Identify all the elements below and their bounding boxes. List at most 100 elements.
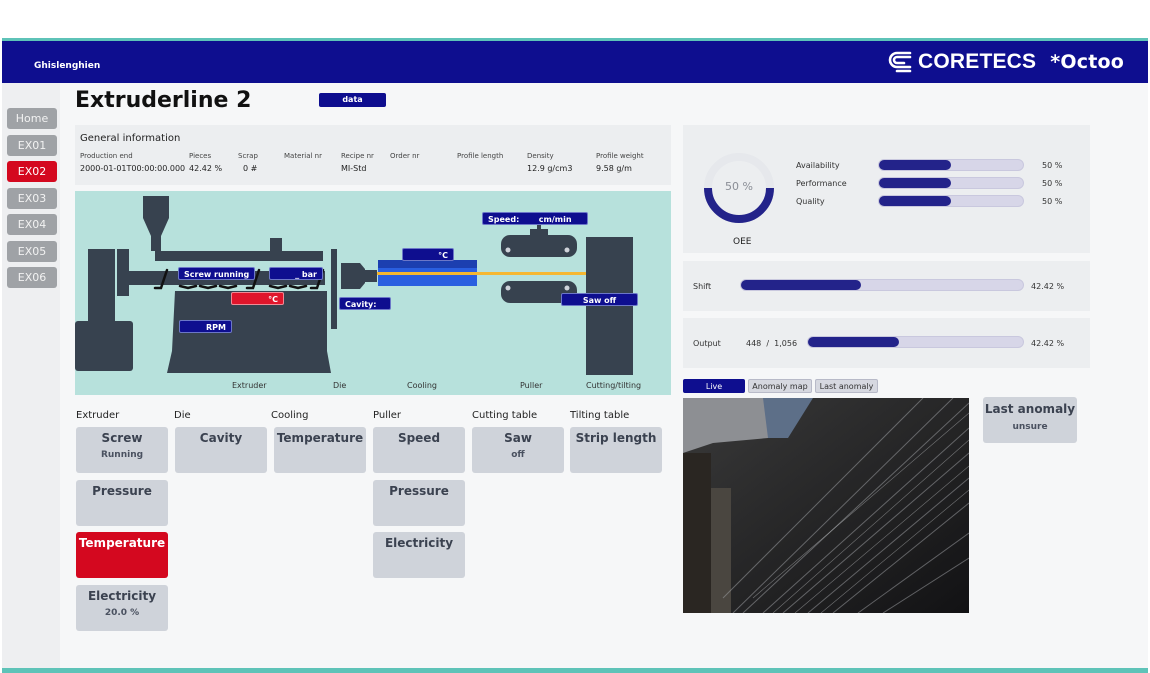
tile-value: 20.0 %: [104, 608, 140, 618]
performance-value: 50 %: [1042, 179, 1063, 188]
field-label: Recipe nr: [341, 152, 374, 160]
tile-extruder-electricity[interactable]: Electricity 20.0 %: [76, 585, 168, 631]
die-plate: [331, 249, 337, 329]
quality-bar: [878, 195, 1024, 207]
sidebar: Home EX01 EX02 EX03 EX04 EX05 EX06: [2, 83, 60, 673]
field-value: 2000-01-01T00:00:00.000: [80, 164, 186, 173]
sidebar-item-ex01[interactable]: EX01: [7, 135, 57, 156]
motor-base: [75, 321, 133, 371]
field-value: 0 #: [243, 164, 258, 173]
tile-title: Temperature: [276, 431, 364, 445]
section-die: Die: [333, 381, 347, 390]
sidebar-item-ex05[interactable]: EX05: [7, 241, 57, 262]
field-label: Density: [527, 152, 554, 160]
tile-title: Temperature: [78, 536, 166, 550]
field-value: 9.58 g/m: [596, 164, 632, 173]
brand-name: CORETECS: [917, 50, 1037, 73]
availability-label: Availability: [796, 161, 840, 170]
tile-puller-pressure[interactable]: Pressure: [373, 480, 465, 526]
sidebar-item-ex06[interactable]: EX06: [7, 267, 57, 288]
shift-bar: [740, 279, 1024, 291]
tab-live[interactable]: Live: [683, 379, 745, 393]
general-info-panel: General information Production end 2000-…: [75, 125, 671, 185]
die-nozzle: [365, 270, 377, 282]
data-button[interactable]: data: [319, 93, 386, 107]
page-title: Extruderline 2: [75, 88, 252, 113]
oee-value: 50 %: [725, 180, 753, 193]
section-cooling: Cooling: [407, 381, 437, 390]
tile-tilting-strip-length[interactable]: Strip length: [570, 427, 662, 473]
last-anomaly-title: Last anomaly: [984, 402, 1076, 416]
section-puller: Puller: [520, 381, 543, 390]
performance-label: Performance: [796, 179, 847, 188]
coretecs-logo-icon: [888, 51, 912, 73]
field-scrap: Scrap 0 #: [238, 152, 258, 173]
tile-puller-electricity[interactable]: Electricity: [373, 532, 465, 578]
tile-die-cavity[interactable]: Cavity: [175, 427, 267, 473]
field-value: 42.42 %: [189, 164, 223, 173]
group-title-extruder: Extruder: [76, 410, 120, 421]
tile-extruder-screw[interactable]: Screw Running: [76, 427, 168, 473]
field-pieces: Pieces 42.42 %: [189, 152, 222, 173]
shift-card: Shift 42.42 %: [683, 261, 1090, 311]
tile-title: Speed: [397, 431, 441, 445]
general-info-heading: General information: [80, 133, 181, 144]
tile-cooling-temperature[interactable]: Temperature: [274, 427, 366, 473]
tile-title: Saw: [504, 431, 532, 445]
die-head: [341, 263, 365, 289]
pressure-label: _ bar: [269, 267, 323, 280]
barrel-vent: [270, 238, 282, 251]
motor-column: [88, 249, 115, 327]
field-label: Pieces: [189, 152, 212, 160]
last-anomaly-value: unsure: [1012, 422, 1048, 432]
tile-puller-speed[interactable]: Speed: [373, 427, 465, 473]
brand: CORETECS *Octoo: [888, 50, 1124, 74]
group-title-cooling: Cooling: [271, 410, 309, 421]
sidebar-item-ex04[interactable]: EX04: [7, 214, 57, 235]
oee-card: 50 % OEE Availability 50 % Performance 5…: [683, 125, 1090, 253]
sidebar-item-ex03[interactable]: EX03: [7, 188, 57, 209]
performance-bar: [878, 177, 1024, 189]
quality-value: 50 %: [1042, 197, 1063, 206]
tab-last-anomaly[interactable]: Last anomaly: [815, 379, 878, 393]
sidebar-item-ex02[interactable]: EX02: [7, 161, 57, 182]
gearbox-plate: [117, 249, 129, 296]
group-title-cutting-table: Cutting table: [472, 410, 538, 421]
field-profile-length: Profile length: [457, 152, 503, 164]
tile-cutting-saw[interactable]: Saw off: [472, 427, 564, 473]
group-title-tilting-table: Tilting table: [570, 410, 630, 421]
app-frame: Ghislenghien CORETECS *Octoo Home EX01 E…: [2, 38, 1148, 673]
tab-anomaly-map[interactable]: Anomaly map: [748, 379, 812, 393]
output-bar-fill: [808, 337, 900, 347]
quality-bar-fill: [879, 196, 951, 206]
performance-bar-fill: [879, 178, 951, 188]
cooling-temp-label: °C: [402, 248, 454, 261]
coretecs-logo: CORETECS: [888, 50, 1036, 74]
field-value: MI-Std: [341, 164, 367, 173]
tile-extruder-pressure[interactable]: Pressure: [76, 480, 168, 526]
camera-live-feed: [683, 398, 969, 613]
field-recipe-nr: Recipe nr MI-Std: [341, 152, 374, 173]
puller-upper: [501, 235, 577, 257]
bottom-accent-bar: [2, 668, 1148, 673]
field-density: Density 12.9 g/cm3: [527, 152, 572, 173]
tile-extruder-temperature[interactable]: Temperature: [76, 532, 168, 578]
section-cutting-tilting: Cutting/tilting: [586, 381, 642, 390]
group-title-die: Die: [174, 410, 191, 421]
shift-value: 42.42 %: [1031, 282, 1065, 291]
shift-label: Shift: [693, 282, 712, 291]
tile-value: Running: [100, 450, 144, 460]
last-anomaly-tile[interactable]: Last anomaly unsure: [983, 397, 1077, 443]
field-profile-weight: Profile weight 9.58 g/m: [596, 152, 644, 173]
field-label: Production end: [80, 152, 133, 160]
profile-strand: [377, 272, 586, 275]
tile-title: Pressure: [92, 484, 152, 498]
output-count: 448 / 1,056: [746, 339, 798, 348]
sidebar-item-home[interactable]: Home: [7, 108, 57, 129]
shift-bar-fill: [741, 280, 861, 290]
field-label: Order nr: [390, 152, 420, 160]
output-value: 42.42 %: [1031, 339, 1065, 348]
quality-label: Quality: [796, 197, 825, 206]
rpm-label: RPM: [179, 320, 232, 333]
field-label: Material nr: [284, 152, 322, 160]
